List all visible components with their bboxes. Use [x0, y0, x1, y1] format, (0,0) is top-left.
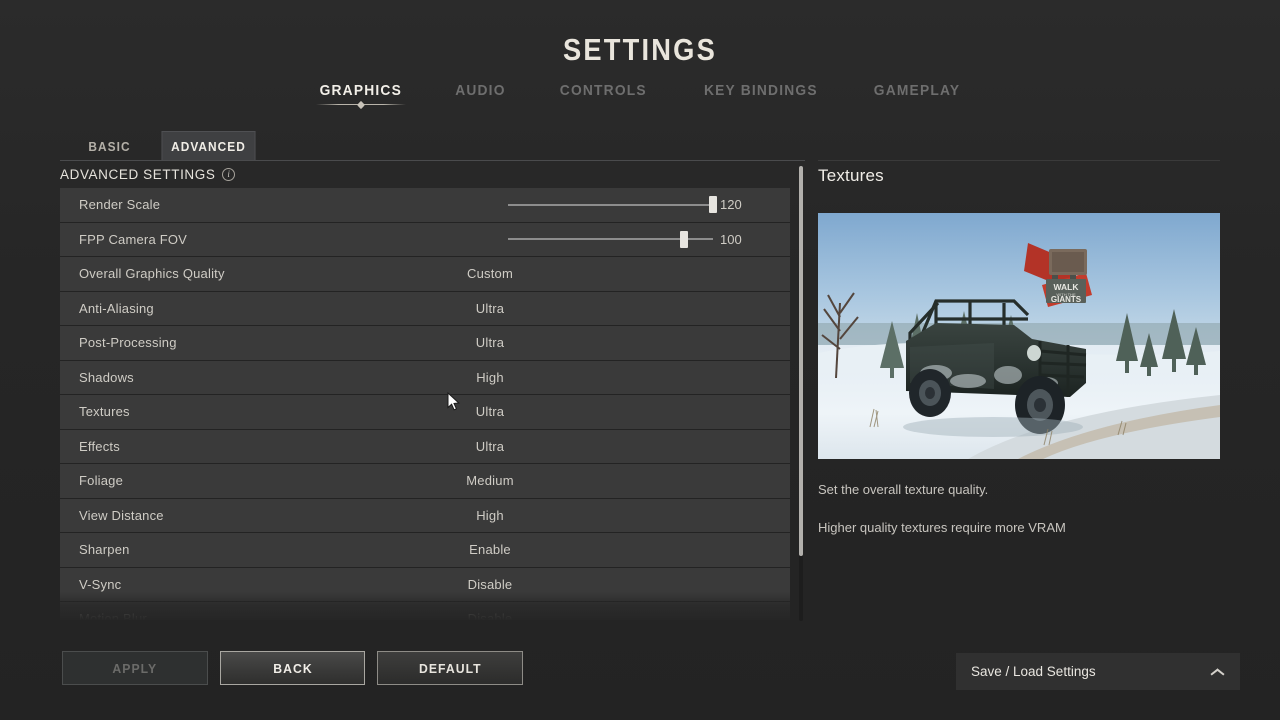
setting-row-value[interactable]: Ultra — [60, 335, 790, 350]
setting-row[interactable]: Textures Ultra — [60, 395, 790, 430]
section-header-label: ADVANCED SETTINGS — [60, 167, 216, 182]
setting-row[interactable]: Post-Processing Ultra — [60, 326, 790, 361]
setting-row[interactable]: Anti-Aliasing Ultra — [60, 291, 790, 326]
preview-description-line2: Higher quality textures require more VRA… — [818, 520, 1066, 535]
slider-value: 120 — [720, 197, 742, 213]
preview-description-line1: Set the overall texture quality. — [818, 482, 989, 497]
setting-row[interactable]: Foliage Medium — [60, 464, 790, 499]
setting-row-value[interactable]: Ultra — [60, 301, 790, 316]
default-button[interactable]: DEFAULT — [377, 651, 523, 685]
tab-controls-label: CONTROLS — [559, 82, 647, 99]
subtab-basic[interactable]: BASIC — [62, 132, 156, 161]
setting-row[interactable]: Effects Ultra — [60, 429, 790, 464]
apply-button[interactable]: APPLY — [62, 651, 208, 685]
setting-row[interactable]: Render Scale 120 — [60, 188, 790, 223]
chevron-up-icon[interactable] — [1211, 667, 1225, 676]
preview-divider — [818, 160, 1220, 161]
tab-audio-label: AUDIO — [455, 82, 506, 99]
preview-image: WALK WITH THE GIANTS — [818, 213, 1220, 459]
setting-row-value[interactable]: Ultra — [60, 439, 790, 454]
setting-row-value[interactable]: Disable — [60, 577, 790, 592]
setting-row-label: Render Scale — [79, 197, 161, 213]
save-load-settings-label: Save / Load Settings — [971, 664, 1096, 679]
settings-screen: SETTINGS GRAPHICS AUDIO CONTROLS KEY BIN… — [0, 0, 1280, 720]
setting-row[interactable]: Motion Blur Disable — [60, 602, 790, 620]
tab-gameplay[interactable]: GAMEPLAY — [874, 82, 961, 109]
setting-row[interactable]: Overall Graphics Quality Custom — [60, 257, 790, 292]
setting-row-value[interactable]: High — [60, 370, 790, 385]
tab-active-diamond-icon — [356, 100, 365, 110]
setting-row[interactable]: Shadows High — [60, 360, 790, 395]
setting-slider[interactable] — [508, 223, 713, 257]
settings-list: Render Scale 120 FPP Camera FOV 100 Overall … — [60, 188, 790, 620]
setting-slider[interactable] — [508, 188, 717, 222]
setting-row[interactable]: V-Sync Disable — [60, 567, 790, 602]
tab-audio[interactable]: AUDIO — [455, 82, 505, 109]
main-tab-bar: GRAPHICS AUDIO CONTROLS KEY BINDINGS GAM… — [0, 82, 1280, 110]
setting-row[interactable]: Sharpen Enable — [60, 533, 790, 568]
subtab-advanced[interactable]: ADVANCED — [161, 131, 256, 161]
sub-tab-bar: BASIC ADVANCED — [60, 131, 258, 161]
setting-row-value[interactable]: Enable — [60, 542, 790, 557]
tab-key-bindings-label: KEY BINDINGS — [703, 82, 818, 99]
back-button[interactable]: BACK — [220, 651, 365, 685]
default-button-label: DEFAULT — [418, 660, 482, 676]
setting-row-value[interactable]: Disable — [60, 611, 790, 620]
setting-row-value[interactable]: Ultra — [60, 404, 790, 419]
save-load-settings-bar[interactable]: Save / Load Settings — [956, 653, 1240, 690]
svg-text:WALK: WALK — [1053, 282, 1079, 292]
back-button-label: BACK — [272, 660, 313, 676]
settings-scrollbar-thumb[interactable] — [799, 166, 803, 556]
tab-gameplay-label: GAMEPLAY — [874, 82, 961, 99]
tab-graphics-label: GRAPHICS — [319, 82, 402, 99]
svg-text:GIANTS: GIANTS — [1051, 295, 1082, 304]
apply-button-label: APPLY — [112, 660, 158, 676]
slider-value: 100 — [720, 231, 742, 247]
setting-row-label: FPP Camera FOV — [79, 231, 188, 247]
setting-row-value[interactable]: Custom — [60, 266, 790, 281]
slider-track[interactable] — [508, 196, 717, 214]
sub-tab-divider — [60, 160, 805, 161]
tab-graphics[interactable]: GRAPHICS — [315, 82, 406, 110]
tab-controls[interactable]: CONTROLS — [560, 82, 647, 109]
settings-scrollbar-track[interactable] — [799, 166, 803, 621]
slider-handle[interactable] — [709, 196, 717, 214]
slider-track[interactable] — [508, 230, 713, 248]
subtab-advanced-label: ADVANCED — [171, 139, 246, 154]
preview-title: Textures — [818, 166, 884, 185]
setting-row-value[interactable]: Medium — [60, 473, 790, 488]
info-icon[interactable]: i — [222, 168, 236, 181]
page-title: SETTINGS — [562, 32, 717, 67]
section-header: ADVANCED SETTINGS i — [60, 167, 236, 182]
preview-image-art: WALK WITH THE GIANTS — [818, 213, 1220, 459]
subtab-basic-label: BASIC — [88, 139, 131, 154]
setting-row[interactable]: FPP Camera FOV 100 — [60, 222, 790, 257]
slider-handle[interactable] — [680, 230, 689, 248]
setting-row[interactable]: View Distance High — [60, 498, 790, 533]
setting-row-value[interactable]: High — [60, 508, 790, 523]
tab-key-bindings[interactable]: KEY BINDINGS — [704, 82, 818, 109]
